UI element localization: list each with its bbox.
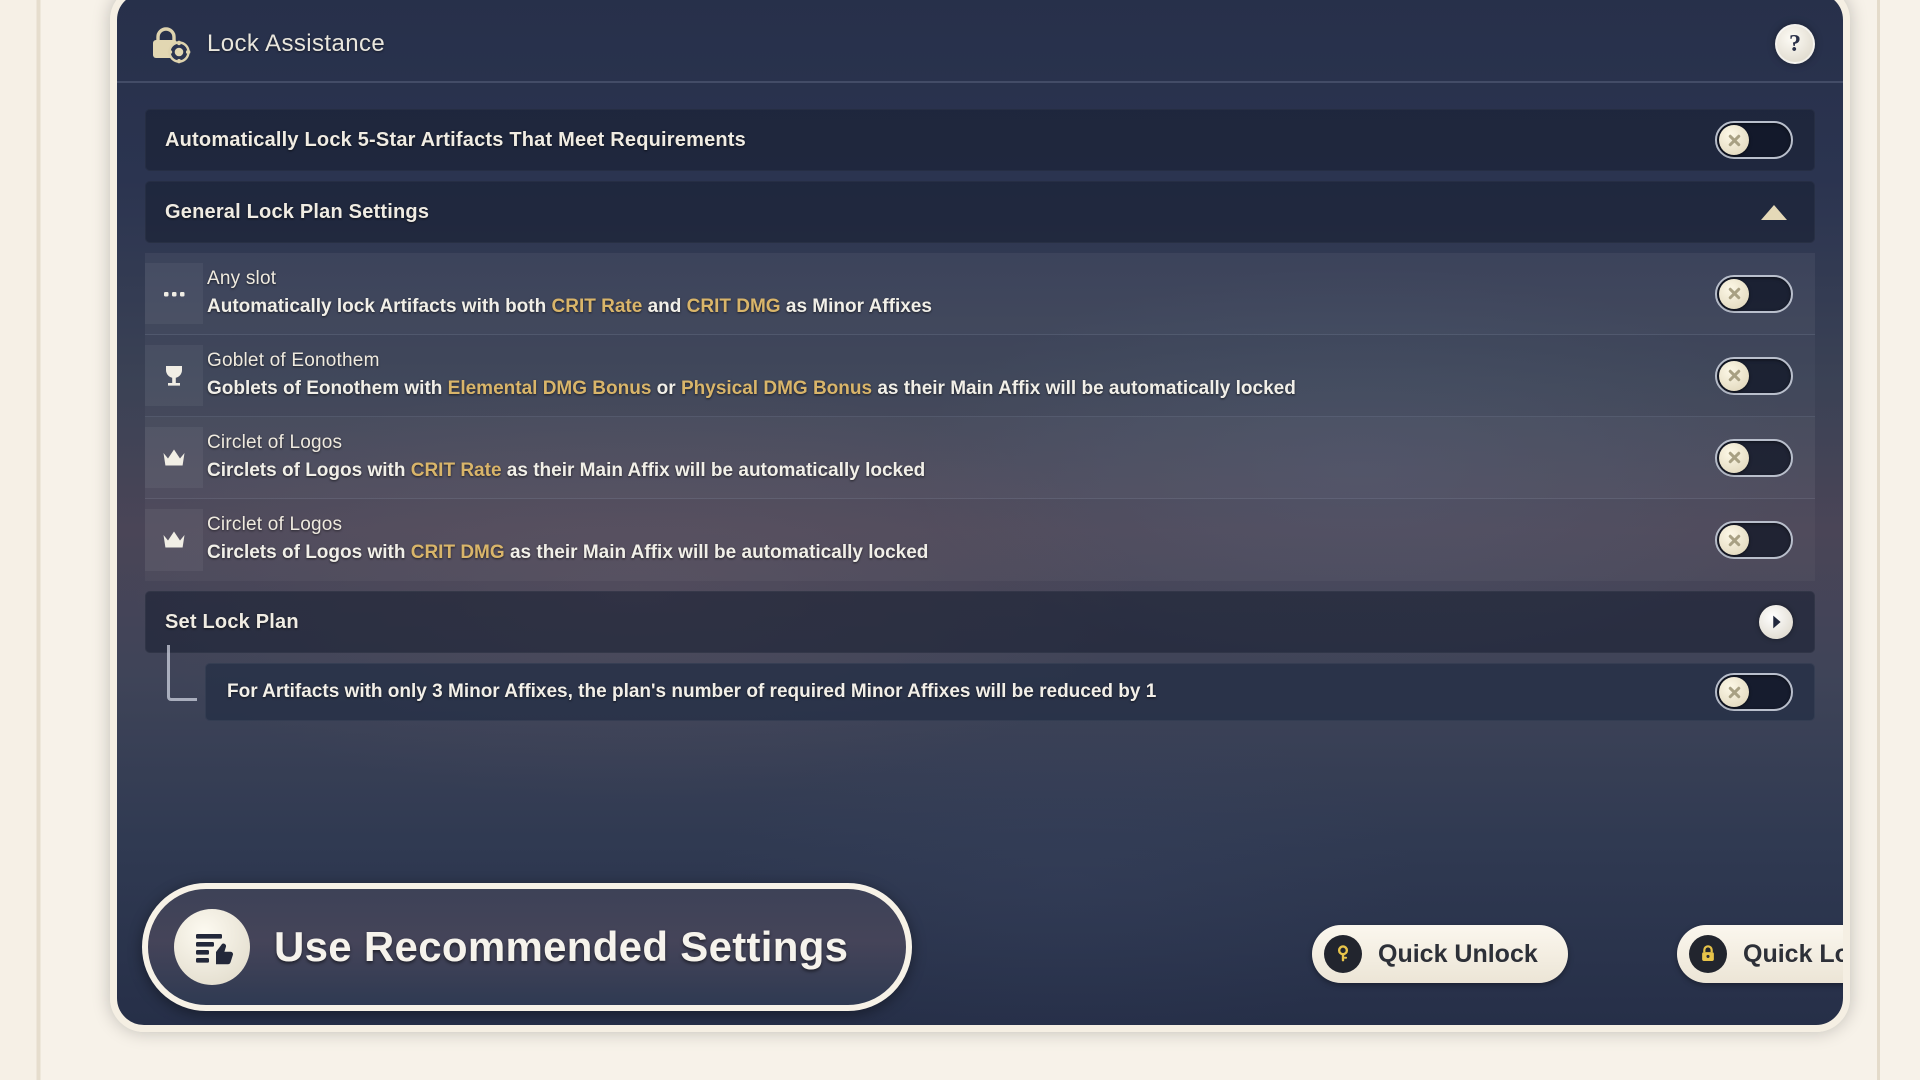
set-lock-plan-row[interactable]: Set Lock Plan (145, 591, 1815, 653)
toggle-knob-off-icon (1719, 125, 1749, 155)
quick-unlock-button[interactable]: Quick Unlock (1312, 925, 1568, 983)
plan-row-title: Any slot (207, 267, 277, 289)
auto-lock-row[interactable]: Automatically Lock 5-Star Artifacts That… (145, 109, 1815, 171)
general-lock-plan-settings-label: General Lock Plan Settings (165, 200, 430, 223)
plan-row-text: Goblet of Eonothem Goblets of Eonothem wi… (203, 350, 1715, 402)
action-bar: Use Recommended Settings Quick Unlock Qu… (117, 875, 1843, 1025)
general-lock-plan-settings-row[interactable]: General Lock Plan Settings (145, 181, 1815, 243)
chevron-right-icon[interactable] (1759, 605, 1793, 639)
plan-row[interactable]: Any slot Automatically lock Artifacts wit… (145, 253, 1815, 335)
description-text: as their Main Affix will be automaticall… (501, 459, 926, 481)
plan-row[interactable]: Goblet of Eonothem Goblets of Eonothem wi… (145, 335, 1815, 417)
highlighted-term: Physical DMG Bonus (680, 377, 873, 399)
toggle-knob-off-icon (1719, 525, 1749, 555)
toggle-knob-off-icon (1719, 360, 1749, 391)
description-text: or (651, 377, 681, 399)
minor-affix-reduction-toggle[interactable] (1715, 673, 1793, 711)
highlighted-term: CRIT DMG (686, 295, 781, 317)
sub-note-wrap: For Artifacts with only 3 Minor Affixes,… (145, 645, 1815, 721)
recommend-list-thumbsup-icon (174, 909, 250, 985)
auto-lock-toggle[interactable] (1715, 121, 1793, 159)
highlighted-term: CRIT Rate (551, 295, 643, 317)
description-text: Goblets of Eonothem with (207, 377, 448, 399)
description-text: as Minor Affixes (780, 295, 932, 317)
crown-icon (145, 509, 203, 571)
padlock-icon (1689, 935, 1727, 973)
plan-row[interactable]: Circlet of Logos Circlets of Logos with C… (145, 417, 1815, 499)
tree-connector-line (167, 645, 197, 701)
description-text: as their Main Affix will be automaticall… (504, 542, 929, 564)
set-lock-plan-label: Set Lock Plan (165, 610, 299, 633)
description-text: and (642, 295, 687, 317)
plan-row-text: Any slot Automatically lock Artifacts wit… (203, 268, 1715, 320)
lock-gear-icon (147, 21, 193, 67)
lock-assistance-panel: Lock Assistance ? Automatically Lock 5-S… (110, 0, 1850, 1032)
ellipsis-icon (145, 263, 203, 324)
plan-row-toggle[interactable] (1715, 521, 1793, 559)
plan-row-toggle[interactable] (1715, 356, 1793, 395)
quick-lock-button[interactable]: Quick Lock (1677, 925, 1850, 983)
plan-row-toggle[interactable] (1715, 274, 1793, 313)
plan-row-description: Circlets of Logos with CRIT DMG as their… (207, 540, 1697, 566)
plan-row-text: Circlet of Logos Circlets of Logos with C… (203, 432, 1715, 484)
plan-row-text: Circlet of Logos Circlets of Logos with C… (203, 514, 1715, 566)
highlighted-term: Elemental DMG Bonus (447, 377, 652, 399)
plan-row-title: Goblet of Eonothem (207, 349, 380, 371)
plan-row-title: Circlet of Logos (207, 514, 343, 536)
key-icon (1324, 935, 1362, 973)
minor-affix-reduction-label: For Artifacts with only 3 Minor Affixes,… (227, 681, 1157, 702)
use-recommended-settings-label: Use Recommended Settings (274, 923, 849, 970)
plan-row[interactable]: Circlet of Logos Circlets of Logos with C… (145, 499, 1815, 581)
plan-row-description: Goblets of Eonothem with Elemental DMG B… (207, 376, 1697, 402)
panel-body: Automatically Lock 5-Star Artifacts That… (117, 83, 1843, 721)
plan-row-description: Automatically lock Artifacts with both C… (207, 294, 1697, 320)
panel-header: Lock Assistance ? (117, 0, 1843, 83)
background-rule-right (1877, 0, 1880, 1080)
plan-row-title: Circlet of Logos (207, 431, 343, 453)
highlighted-term: CRIT Rate (410, 459, 502, 481)
highlighted-term: CRIT DMG (410, 542, 505, 564)
plan-rows-group: Any slot Automatically lock Artifacts wit… (145, 253, 1815, 581)
toggle-knob-off-icon (1719, 278, 1749, 309)
triangle-up-icon[interactable] (1761, 204, 1787, 220)
plan-row-toggle[interactable] (1715, 438, 1793, 477)
plan-row-description: Circlets of Logos with CRIT Rate as thei… (207, 458, 1697, 484)
toggle-knob-off-icon (1719, 677, 1749, 707)
toggle-knob-off-icon (1719, 442, 1749, 473)
goblet-icon (145, 345, 203, 406)
page-title: Lock Assistance (207, 30, 386, 57)
auto-lock-label: Automatically Lock 5-Star Artifacts That… (165, 128, 746, 151)
description-text: Circlets of Logos with (207, 459, 411, 481)
description-text: Automatically lock Artifacts with both (207, 295, 552, 317)
quick-unlock-label: Quick Unlock (1378, 939, 1538, 968)
quick-lock-label: Quick Lock (1743, 939, 1850, 968)
help-button[interactable]: ? (1775, 24, 1815, 64)
description-text: as their Main Affix will be automaticall… (872, 377, 1296, 399)
minor-affix-reduction-row[interactable]: For Artifacts with only 3 Minor Affixes,… (205, 663, 1815, 721)
use-recommended-settings-button[interactable]: Use Recommended Settings (142, 883, 912, 1011)
description-text: Circlets of Logos with (207, 542, 411, 564)
crown-icon (145, 427, 203, 488)
